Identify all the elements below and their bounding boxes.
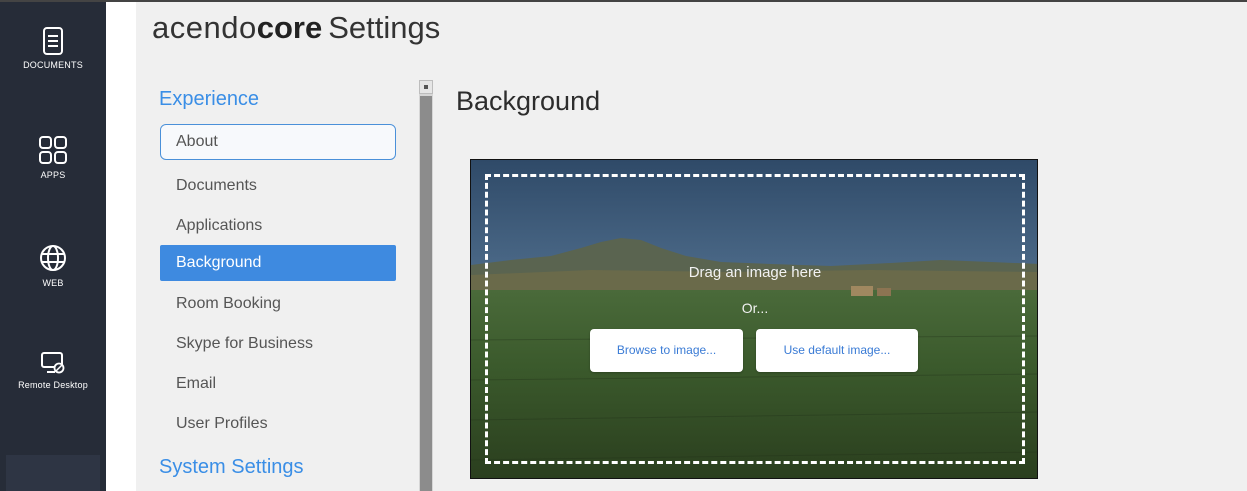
page-title-text: Settings <box>328 10 441 45</box>
menu-item-email[interactable]: Email <box>160 366 396 402</box>
menu-scrollbar[interactable] <box>419 80 433 491</box>
section-title: Background <box>456 86 601 116</box>
settings-menu: Experience About Documents Applications … <box>136 80 396 491</box>
brand-name-bold: core <box>256 10 323 45</box>
menu-group-system-settings[interactable]: System Settings <box>159 456 304 479</box>
document-icon <box>43 27 63 55</box>
menu-item-room-booking[interactable]: Room Booking <box>160 286 396 322</box>
rail-item-remote-desktop[interactable]: Remote Desktop <box>0 350 106 390</box>
rail-item-web[interactable]: WEB <box>0 242 106 288</box>
menu-item-user-profiles[interactable]: User Profiles <box>160 406 396 442</box>
settings-panel: acendocore Settings Experience About Docu… <box>136 2 1247 491</box>
page-title: acendocore Settings <box>152 6 440 50</box>
scroll-thumb[interactable] <box>420 96 432 491</box>
menu-group-experience[interactable]: Experience <box>159 88 259 111</box>
use-default-image-button[interactable]: Use default image... <box>756 329 918 372</box>
background-dropzone-preview[interactable]: Drag an image here Or... Browse to image… <box>470 159 1038 479</box>
brand-name-light: acendo <box>152 10 257 45</box>
drag-image-text: Drag an image here <box>688 264 822 281</box>
menu-item-background[interactable]: Background <box>160 245 396 281</box>
menu-item-documents[interactable]: Documents <box>160 168 396 204</box>
browse-image-button[interactable]: Browse to image... <box>590 329 743 372</box>
globe-icon <box>40 245 66 271</box>
menu-item-applications[interactable]: Applications <box>160 208 396 244</box>
or-text: Or... <box>741 300 769 316</box>
remote-desktop-icon <box>41 352 65 374</box>
scroll-up-arrow[interactable] <box>419 80 433 94</box>
menu-item-skype-for-business[interactable]: Skype for Business <box>160 326 396 362</box>
dropzone-border[interactable] <box>485 174 1025 464</box>
rail-label-remote-desktop: Remote Desktop <box>18 380 88 390</box>
apps-grid-icon <box>39 136 67 164</box>
rail-item-documents[interactable]: DOCUMENTS <box>0 26 106 70</box>
rail-bottom-tile <box>6 455 100 491</box>
rail-label-apps: APPS <box>40 170 66 180</box>
app-rail: DOCUMENTS APPS WEB Remote Desktop <box>0 2 106 491</box>
settings-main: acendocore Settings Experience About Docu… <box>106 2 1247 491</box>
menu-item-about[interactable]: About <box>160 124 396 160</box>
rail-label-documents: DOCUMENTS <box>23 60 83 70</box>
rail-item-apps[interactable]: APPS <box>0 134 106 180</box>
rail-label-web: WEB <box>42 278 64 288</box>
